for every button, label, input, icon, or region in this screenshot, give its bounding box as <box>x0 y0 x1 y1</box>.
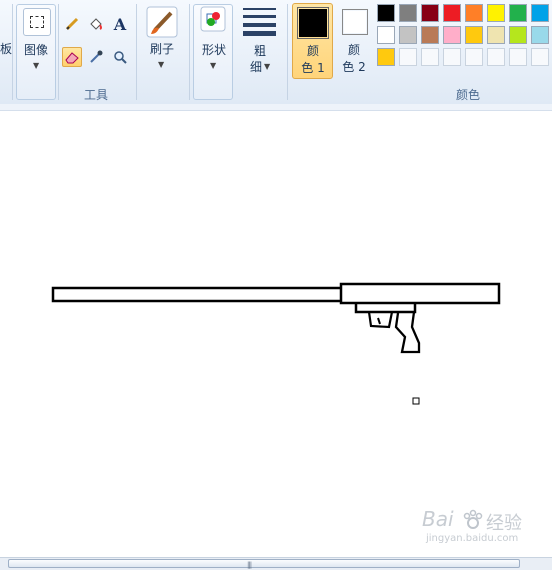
rifle-grip <box>394 311 421 354</box>
color-swatch[interactable] <box>487 26 505 44</box>
color-swatch[interactable] <box>465 26 483 44</box>
trigger <box>377 317 381 325</box>
ribbon: 板 图像 ▼ A 工具 刷子 ▼ 形状 ▼ 粗 细 ▼ 颜 色 1 颜 色 2 … <box>0 0 552 105</box>
color-swatch[interactable] <box>509 4 527 22</box>
color-swatch[interactable] <box>531 4 549 22</box>
clipboard-group-label[interactable]: 板 <box>0 40 12 57</box>
color-swatch[interactable] <box>443 26 461 44</box>
group-separator <box>58 4 59 100</box>
color-swatch[interactable] <box>531 26 549 44</box>
paw-icon <box>463 509 483 529</box>
horizontal-scrollbar[interactable]: ||| <box>0 557 552 570</box>
color-swatch[interactable] <box>377 4 395 22</box>
rifle-body <box>339 282 501 305</box>
color-swatch[interactable] <box>399 4 417 22</box>
drawing <box>51 282 501 405</box>
scrollbar-grip: ||| <box>247 561 252 569</box>
color1-label-line2: 色 1 <box>301 61 325 75</box>
eraser-tool[interactable] <box>62 47 82 67</box>
custom-color-slot[interactable] <box>531 48 549 66</box>
chevron-down-icon: ▼ <box>264 62 271 71</box>
custom-color-slot[interactable] <box>509 48 527 66</box>
baidu-watermark: Bai 经验 jingyan.baidu.com <box>422 507 542 549</box>
pencil-icon <box>65 17 79 31</box>
color2-label-line2: 色 2 <box>342 60 366 74</box>
shapes-button[interactable]: 形状 ▼ <box>193 4 233 100</box>
shapes-icon <box>200 6 226 32</box>
color-swatch[interactable] <box>421 26 439 44</box>
watermark-brand: Bai <box>422 507 454 531</box>
group-separator <box>136 4 137 100</box>
text-tool[interactable]: A <box>110 14 130 34</box>
rifle-barrel <box>51 286 344 303</box>
magnifier-icon <box>114 51 127 64</box>
custom-color-slot[interactable] <box>421 48 439 66</box>
size-button[interactable]: 粗 细 ▼ <box>238 4 282 84</box>
color-swatch[interactable] <box>443 4 461 22</box>
color-swatch[interactable] <box>377 48 395 66</box>
paint-bucket-icon <box>90 18 102 30</box>
chevron-down-icon: ▼ <box>33 61 40 70</box>
drawing-canvas[interactable]: Bai 经验 jingyan.baidu.com <box>0 111 552 557</box>
pencil-tool[interactable] <box>62 14 82 34</box>
color-swatch[interactable] <box>399 26 417 44</box>
color-swatch[interactable] <box>421 4 439 22</box>
brushes-button[interactable]: 刷子 ▼ <box>142 4 182 84</box>
image-button-label: 图像 <box>23 43 48 57</box>
custom-color-slot[interactable] <box>465 48 483 66</box>
image-button[interactable]: 图像 ▼ <box>16 4 56 100</box>
color-swatch[interactable] <box>509 26 527 44</box>
trigger-guard <box>367 311 394 329</box>
ribbon-bottom-band <box>0 104 552 111</box>
color2-label-line1: 颜 <box>347 43 360 57</box>
brushes-label: 刷子 <box>149 42 174 56</box>
canvas-resize-handle[interactable] <box>412 397 420 405</box>
brush-icon <box>146 6 178 38</box>
shapes-label: 形状 <box>201 43 226 57</box>
color-swatch[interactable] <box>487 4 505 22</box>
eyedropper-icon <box>90 50 103 63</box>
group-separator <box>12 4 13 100</box>
rifle-receiver <box>354 303 417 314</box>
custom-color-slot[interactable] <box>487 48 505 66</box>
custom-color-slot[interactable] <box>399 48 417 66</box>
magnifier-tool[interactable] <box>110 47 130 67</box>
color1-label-line1: 颜 <box>306 44 319 58</box>
eraser-icon <box>65 52 79 64</box>
chevron-down-icon: ▼ <box>158 60 165 69</box>
select-icon <box>23 8 51 36</box>
group-separator <box>189 4 190 100</box>
tools-group-label: 工具 <box>84 88 109 102</box>
watermark-brand2: 经验 <box>486 513 522 534</box>
color1-button[interactable]: 颜 色 1 <box>292 3 333 79</box>
scrollbar-thumb[interactable]: ||| <box>8 559 520 569</box>
color1-swatch <box>297 7 329 39</box>
color-picker-tool[interactable] <box>86 47 106 67</box>
watermark-url: jingyan.baidu.com <box>426 533 519 544</box>
color-swatch[interactable] <box>377 26 395 44</box>
colors-group-label: 颜色 <box>456 88 481 102</box>
group-separator <box>287 4 288 100</box>
color-swatch[interactable] <box>465 4 483 22</box>
chevron-down-icon: ▼ <box>210 61 217 70</box>
line-size-icon <box>243 8 276 10</box>
custom-color-slot[interactable] <box>443 48 461 66</box>
size-label-line1: 粗 <box>253 44 266 58</box>
color2-swatch <box>342 9 368 35</box>
fill-tool[interactable] <box>86 14 106 34</box>
color2-button[interactable]: 颜 色 2 <box>336 3 376 79</box>
